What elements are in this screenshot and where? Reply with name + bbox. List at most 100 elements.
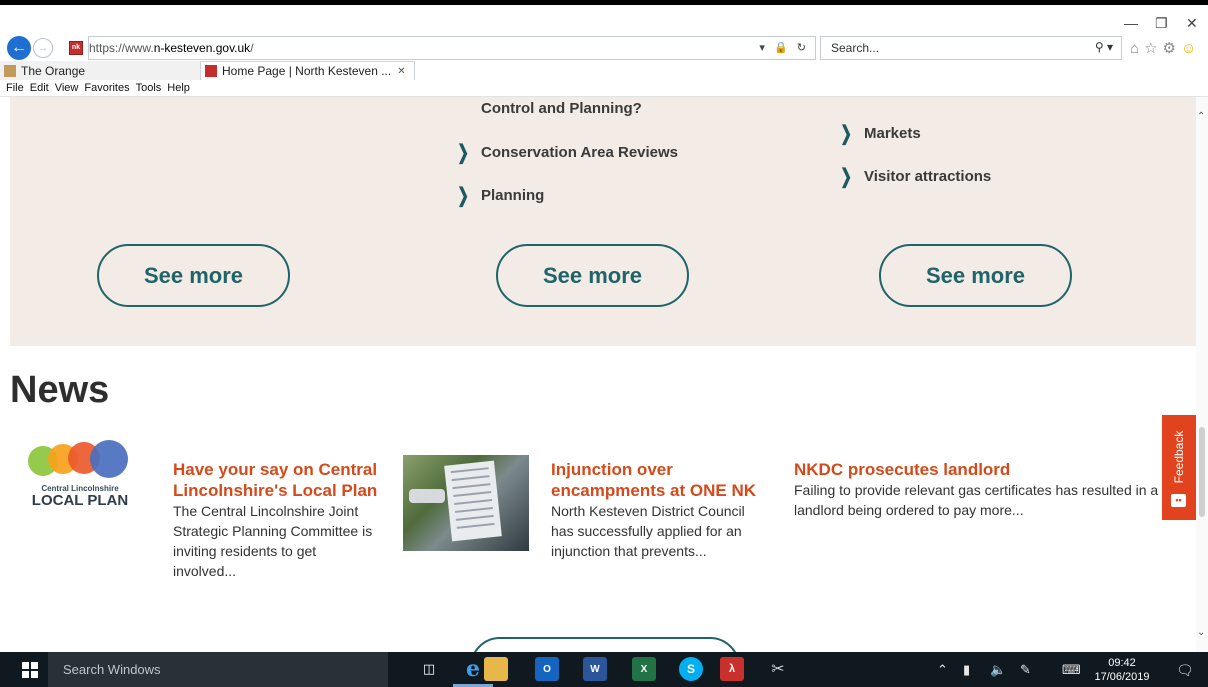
news-summary-line: has successfully applied for an bbox=[551, 523, 742, 539]
menu-view[interactable]: View bbox=[49, 81, 79, 96]
scrollbar-thumb[interactable] bbox=[1199, 427, 1205, 517]
tab-the-orange[interactable]: The Orange bbox=[0, 61, 200, 80]
page-viewport: Control and Planning? ❯ Conservation Are… bbox=[0, 97, 1196, 652]
link-label: Control and Planning? bbox=[481, 100, 642, 117]
scroll-up-icon[interactable]: ⌃ bbox=[1197, 111, 1205, 122]
menu-help[interactable]: Help bbox=[161, 81, 190, 96]
settings-gear-icon[interactable]: ⚙ bbox=[1163, 40, 1181, 57]
feedback-label: Feedback bbox=[1172, 430, 1186, 484]
acrobat-icon[interactable]: λ bbox=[720, 657, 744, 681]
dropdown-icon[interactable]: ▾ bbox=[759, 42, 768, 54]
see-more-button-1[interactable]: See more bbox=[97, 244, 290, 307]
news-title-3[interactable]: NKDC prosecutes landlord bbox=[794, 459, 1010, 480]
news-summary-line: The Central Lincolnshire Joint bbox=[173, 503, 359, 519]
link-conservation-area-reviews[interactable]: ❯ Conservation Area Reviews bbox=[453, 140, 678, 165]
more-news-button[interactable] bbox=[470, 637, 740, 652]
restore-icon[interactable]: ❐ bbox=[1155, 15, 1168, 32]
lock-icon[interactable]: 🔒 bbox=[774, 42, 791, 54]
tab-label: Home Page | North Kesteven ... bbox=[222, 64, 392, 78]
nk-favicon-icon bbox=[205, 65, 217, 77]
menu-favorites[interactable]: Favorites bbox=[78, 81, 129, 96]
outlook-icon[interactable]: O bbox=[535, 657, 559, 681]
skype-icon[interactable]: S bbox=[679, 657, 703, 681]
pen-icon[interactable]: ✎ bbox=[1020, 662, 1031, 678]
news-summary-line: landlord being ordered to pay more... bbox=[794, 502, 1024, 518]
news-title-2[interactable]: Injunction over encampments at ONE NK bbox=[551, 459, 756, 501]
chevron-right-icon: ❯ bbox=[840, 123, 852, 145]
news-summary-line: Failing to provide relevant gas certific… bbox=[794, 482, 1159, 498]
feedback-tab[interactable]: Feedback •• bbox=[1162, 415, 1196, 520]
toolbar-icons: ⌂☆⚙☺ bbox=[1130, 39, 1201, 57]
taskbar-clock[interactable]: 09:42 17/06/2019 bbox=[1094, 656, 1150, 684]
desktop-screen: — ❐ ✕ ← → nk https://www.n-kesteven.gov.… bbox=[0, 5, 1208, 687]
news-summary-line: injunction that prevents... bbox=[551, 543, 707, 559]
link-planning[interactable]: ❯ Planning bbox=[453, 183, 544, 208]
smiley-feedback-icon[interactable]: ☺ bbox=[1181, 40, 1201, 57]
news-summary-2: North Kesteven District Council has succ… bbox=[551, 501, 745, 561]
volume-muted-icon[interactable]: 🔈 bbox=[990, 662, 1006, 678]
menu-tools[interactable]: Tools bbox=[130, 81, 162, 96]
chevron-right-icon: ❯ bbox=[457, 185, 469, 207]
link-visitor-attractions[interactable]: ❯ Visitor attractions bbox=[836, 164, 991, 189]
news-title-line: Have your say on Central bbox=[173, 460, 378, 479]
news-title-line: Injunction over bbox=[551, 460, 673, 479]
logo-text-line2: LOCAL PLAN bbox=[31, 492, 129, 509]
chevron-right-icon: ❯ bbox=[840, 166, 852, 188]
close-tab-icon[interactable]: ✕ bbox=[397, 66, 405, 77]
tray-chevron-up-icon[interactable]: ⌃ bbox=[937, 662, 948, 678]
services-band bbox=[10, 97, 1196, 346]
see-more-label: See more bbox=[542, 262, 643, 288]
snipping-tool-icon[interactable]: ✂ bbox=[766, 657, 790, 681]
link-markets[interactable]: ❯ Markets bbox=[836, 121, 921, 146]
link-control-and-planning[interactable]: Control and Planning? bbox=[481, 100, 642, 117]
news-title-line: NKDC prosecutes landlord bbox=[794, 460, 1011, 479]
news-summary-line: inviting residents to get bbox=[173, 543, 317, 559]
internet-explorer-icon[interactable]: e bbox=[461, 656, 485, 682]
action-center-icon[interactable]: 🗨 bbox=[1176, 662, 1194, 679]
link-label: Visitor attractions bbox=[864, 168, 992, 185]
photo-car bbox=[409, 489, 445, 503]
home-icon[interactable]: ⌂ bbox=[1130, 40, 1144, 57]
windows-taskbar: Search Windows ◫ e O W X S λ ✂ ⌃ ▮ 🔈 ✎ ⌨… bbox=[0, 652, 1208, 687]
url-prefix: https://www. bbox=[89, 41, 154, 55]
menu-file[interactable]: File bbox=[0, 81, 24, 96]
browser-search-box[interactable]: Search... ⚲ ▾ bbox=[820, 36, 1122, 60]
keyboard-icon[interactable]: ⌨ bbox=[1062, 662, 1081, 678]
menu-edit[interactable]: Edit bbox=[24, 81, 49, 96]
tab-label: The Orange bbox=[21, 63, 86, 78]
vertical-scrollbar[interactable]: ⌃ ⌄ bbox=[1196, 97, 1208, 652]
see-more-button-3[interactable]: See more bbox=[879, 244, 1072, 307]
news-title-line: encampments at ONE NK bbox=[551, 481, 756, 500]
local-plan-logo[interactable]: Central Lincolnshire LOCAL PLAN bbox=[28, 440, 132, 550]
url-domain: n-kesteven.gov.uk bbox=[153, 41, 251, 55]
news-summary-3: Failing to provide relevant gas certific… bbox=[794, 480, 1158, 520]
back-arrow-icon[interactable]: ← bbox=[7, 36, 31, 60]
url-text[interactable]: https://www.n-kesteven.gov.uk/ bbox=[89, 41, 254, 55]
news-title-1[interactable]: Have your say on Central Lincolnshire's … bbox=[173, 459, 377, 501]
windows-start-icon[interactable] bbox=[22, 662, 38, 678]
see-more-label: See more bbox=[143, 262, 244, 288]
minimize-icon[interactable]: — bbox=[1124, 15, 1138, 31]
close-window-icon[interactable]: ✕ bbox=[1186, 15, 1198, 32]
address-bar[interactable]: https://www.n-kesteven.gov.uk/ ▾ 🔒 ↻ bbox=[88, 36, 816, 60]
battery-icon[interactable]: ▮ bbox=[963, 662, 970, 678]
taskbar-search[interactable]: Search Windows bbox=[48, 652, 388, 687]
taskbar-search-placeholder: Search Windows bbox=[63, 662, 161, 677]
scroll-down-icon[interactable]: ⌄ bbox=[1197, 627, 1205, 638]
favorites-star-icon[interactable]: ☆ bbox=[1144, 40, 1162, 57]
address-bar-icons[interactable]: ▾ 🔒 ↻ bbox=[759, 41, 809, 54]
task-view-icon[interactable]: ◫ bbox=[417, 657, 441, 681]
file-explorer-icon[interactable] bbox=[484, 657, 508, 681]
news-photo-injunction[interactable] bbox=[403, 455, 529, 551]
refresh-icon[interactable]: ↻ bbox=[797, 42, 809, 54]
menu-bar: File Edit View Favorites Tools Help bbox=[0, 81, 1208, 97]
word-icon[interactable]: W bbox=[583, 657, 607, 681]
url-suffix: / bbox=[250, 41, 254, 55]
news-summary-line: Strategic Planning Committee is bbox=[173, 523, 373, 539]
tab-home-page[interactable]: Home Page | North Kesteven ... ✕ bbox=[200, 61, 415, 80]
see-more-button-2[interactable]: See more bbox=[496, 244, 689, 307]
browser-toolbar: — ❐ ✕ ← → nk https://www.n-kesteven.gov.… bbox=[0, 5, 1208, 60]
forward-arrow-icon[interactable]: → bbox=[33, 38, 53, 58]
search-icon[interactable]: ⚲ ▾ bbox=[1095, 40, 1113, 54]
excel-icon[interactable]: X bbox=[632, 657, 656, 681]
